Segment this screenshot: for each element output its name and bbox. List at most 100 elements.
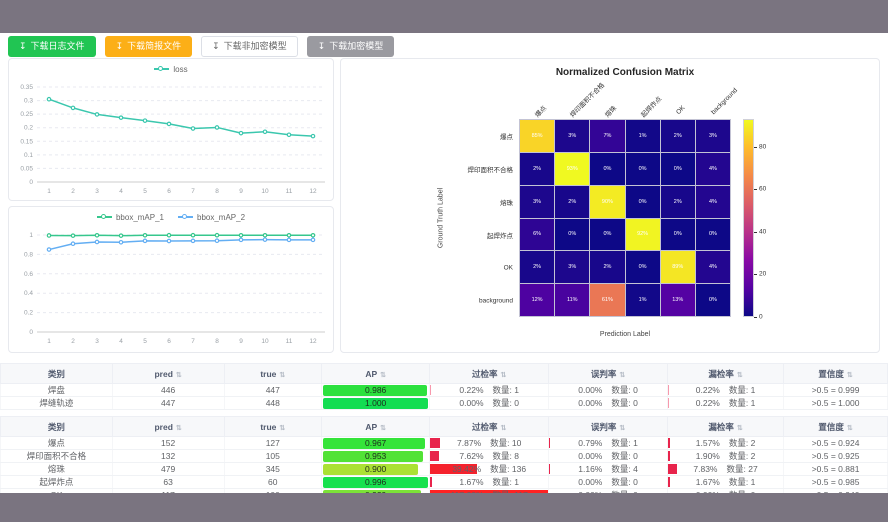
svg-text:0.1: 0.1 <box>24 152 33 159</box>
cell-overdetect-rate: 0.00%数量: 0 <box>430 397 549 410</box>
sort-icon[interactable]: ⇅ <box>176 372 182 379</box>
confusion-cell: 2% <box>661 186 695 218</box>
sort-icon[interactable]: ⇅ <box>847 372 853 379</box>
column-header-pred[interactable]: pred⇅ <box>112 417 224 437</box>
download-report-button[interactable]: ↧ 下载简报文件 <box>105 36 193 57</box>
colorbar-tick-mark <box>754 274 757 275</box>
confusion-cell: 0% <box>590 153 624 185</box>
confusion-cell: 2% <box>520 153 554 185</box>
svg-text:1: 1 <box>29 232 33 239</box>
confusion-row-label: background <box>361 297 513 304</box>
colorbar-tick-mark <box>754 232 757 233</box>
column-header-label: true <box>260 369 276 379</box>
download-encrypted-model-button[interactable]: ↧ 下载加密模型 <box>307 36 395 57</box>
confusion-cell: 0% <box>626 153 660 185</box>
confusion-cell: 0% <box>661 153 695 185</box>
ap-value: 0.967 <box>323 438 428 449</box>
rate-count: 数量: 1 <box>493 384 519 396</box>
download-unencrypted-model-button[interactable]: ↧ 下载非加密模型 <box>201 36 298 57</box>
cell-confidence: >0.5 = 0.985 <box>784 476 888 489</box>
column-header-pred[interactable]: pred ⇅ <box>112 364 224 384</box>
loss-chart-legend[interactable]: loss <box>9 59 333 79</box>
cell-misjudge-rate: 0.00%数量: 0 <box>549 397 668 410</box>
rate-count: 数量: 1 <box>611 437 637 449</box>
loss-chart-card: loss 00.050.10.150.20.250.30.35123456789… <box>8 58 334 201</box>
sort-icon[interactable]: ⇅ <box>176 425 182 432</box>
legend-line-icon <box>154 68 169 70</box>
confusion-cell: 3% <box>555 251 589 283</box>
column-header-误判率[interactable]: 误判率⇅ <box>549 364 668 384</box>
colorbar-tick-label: 60 <box>759 186 766 193</box>
legend-label: bbox_mAP_1 <box>116 213 164 222</box>
cell-true: 345 <box>224 463 322 476</box>
rate-percent: 0.79% <box>578 438 602 448</box>
ap-value: 0.996 <box>323 477 428 488</box>
sort-icon[interactable]: ⇅ <box>279 372 285 379</box>
svg-text:5: 5 <box>143 338 147 345</box>
cell-overdetect-rate: 1.67%数量: 1 <box>430 476 549 489</box>
download-icon: ↧ <box>19 42 27 51</box>
rate-percent: 39.42% <box>452 464 481 474</box>
confusion-cell: 92% <box>626 219 660 251</box>
confusion-cell: 13% <box>661 284 695 316</box>
cell-category: 焊缝轨迹 <box>1 397 113 410</box>
sort-icon[interactable]: ⇅ <box>619 372 625 379</box>
column-header-true[interactable]: true⇅ <box>224 417 322 437</box>
rate-bar <box>549 464 550 474</box>
download-encrypted-model-label: 下载加密模型 <box>329 42 383 51</box>
confusion-cell: 12% <box>520 284 554 316</box>
cell-category: 爆点 <box>1 437 113 450</box>
table-row: 起焊炸点63600.9961.67%数量: 10.00%数量: 01.67%数量… <box>1 476 888 489</box>
rate-percent: 0.00% <box>578 385 602 395</box>
sort-icon[interactable]: ⇅ <box>501 372 507 379</box>
colorbar-tick-label: 80 <box>759 143 766 150</box>
confusion-column-label: 熔珠 <box>602 103 618 119</box>
ap-value: 0.953 <box>323 451 428 462</box>
sort-icon[interactable]: ⇅ <box>501 425 507 432</box>
sort-icon[interactable]: ⇅ <box>619 425 625 432</box>
column-header-true[interactable]: true⇅ <box>224 364 322 384</box>
sort-icon[interactable]: ⇅ <box>737 425 743 432</box>
column-header-漏检率[interactable]: 漏检率⇅ <box>667 364 783 384</box>
cell-pred: 447 <box>112 397 224 410</box>
column-header-漏检率[interactable]: 漏检率⇅ <box>667 417 783 437</box>
sort-icon[interactable]: ⇅ <box>737 372 743 379</box>
download-log-button[interactable]: ↧ 下载日志文件 <box>8 36 96 57</box>
legend-item-loss[interactable]: loss <box>154 65 187 74</box>
ap-value: 0.900 <box>323 464 428 475</box>
cell-ap: 0.986 <box>322 384 430 397</box>
confusion-row-label: 熔珠 <box>361 197 513 207</box>
confusion-row-label: OK <box>361 264 513 271</box>
column-header-label: 类别 <box>48 422 65 432</box>
download-report-label: 下载简报文件 <box>127 42 181 51</box>
column-header-过检率[interactable]: 过检率⇅ <box>430 417 549 437</box>
column-header-过检率[interactable]: 过检率⇅ <box>430 364 549 384</box>
column-header-置信度[interactable]: 置信度⇅ <box>784 364 888 384</box>
sort-icon[interactable]: ⇅ <box>380 372 386 379</box>
rate-percent: 7.62% <box>459 451 483 461</box>
map-chart-legend[interactable]: bbox_mAP_1 bbox_mAP_2 <box>9 207 333 227</box>
cell-category: 起焊炸点 <box>1 476 113 489</box>
svg-text:0.8: 0.8 <box>24 251 33 258</box>
column-header-AP[interactable]: AP⇅ <box>322 364 430 384</box>
legend-item-bbox_mAP_1[interactable]: bbox_mAP_1 <box>97 213 164 222</box>
sort-icon[interactable]: ⇅ <box>847 425 853 432</box>
column-header-label: pred <box>154 369 172 379</box>
svg-text:5: 5 <box>143 188 147 195</box>
column-header-误判率[interactable]: 误判率⇅ <box>549 417 668 437</box>
legend-item-bbox_mAP_2[interactable]: bbox_mAP_2 <box>178 213 245 222</box>
cell-category: 焊印面积不合格 <box>1 450 113 463</box>
cell-misjudge-rate: 1.16%数量: 4 <box>549 463 668 476</box>
rate-count: 数量: 1 <box>729 476 755 488</box>
column-header-AP[interactable]: AP⇅ <box>322 417 430 437</box>
sort-icon[interactable]: ⇅ <box>380 425 386 432</box>
sort-icon[interactable]: ⇅ <box>279 425 285 432</box>
confusion-cell: 0% <box>590 219 624 251</box>
download-toolbar: ↧ 下载日志文件 ↧ 下载简报文件 ↧ 下载非加密模型 ↧ 下载加密模型 <box>8 36 394 57</box>
column-header-置信度[interactable]: 置信度⇅ <box>784 417 888 437</box>
confusion-matrix-title: Normalized Confusion Matrix <box>556 67 694 78</box>
rate-percent: 0.00% <box>459 398 483 408</box>
rate-count: 数量: 0 <box>611 397 637 409</box>
svg-text:0.25: 0.25 <box>20 111 33 118</box>
column-header-label: 过检率 <box>472 422 498 432</box>
